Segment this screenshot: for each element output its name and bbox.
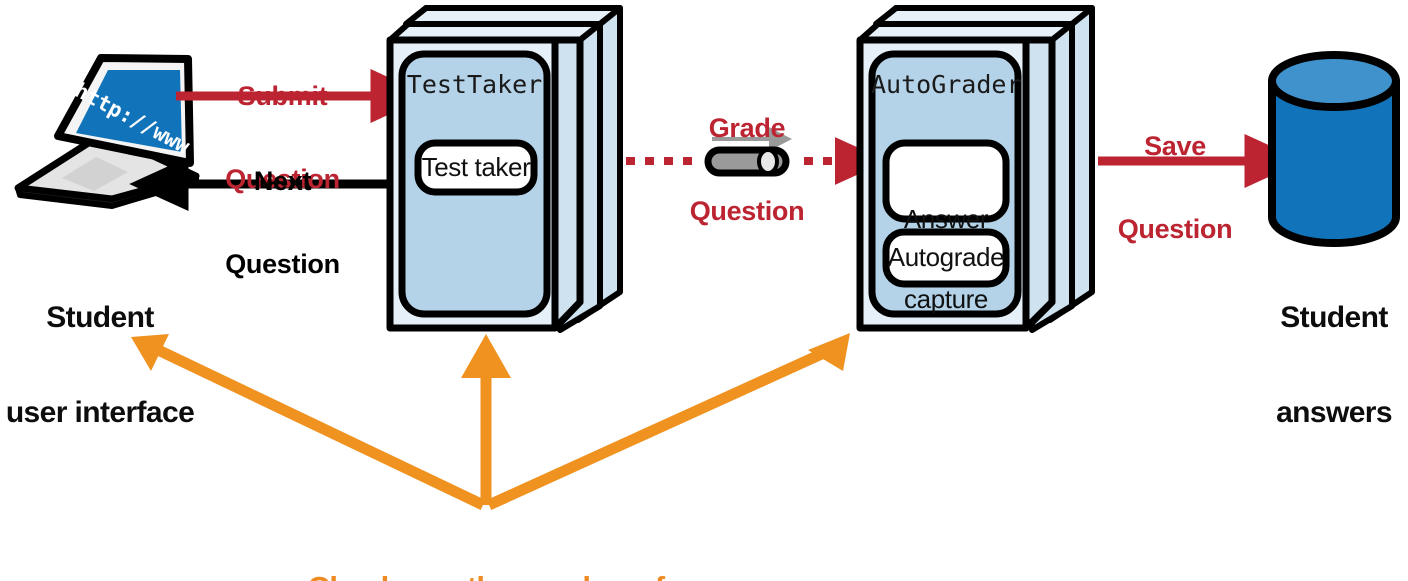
save-question-label-line2: Question bbox=[1117, 213, 1233, 244]
grade-question-label-line2: Question bbox=[689, 195, 805, 226]
student-answers-caption: Student answers bbox=[1254, 238, 1408, 492]
submit-question-label-line1: Submit bbox=[237, 81, 328, 112]
test-taker-component-label: Test taker bbox=[421, 152, 531, 182]
answer-capture-label-line2: capture bbox=[904, 283, 988, 314]
student-answers-caption-line1: Student bbox=[1280, 300, 1388, 334]
student-ui-caption-line1: Student bbox=[46, 300, 154, 334]
student-user-interface-caption: Student user interface bbox=[0, 238, 200, 492]
save-question-label: Save Question bbox=[1100, 78, 1250, 298]
next-question-label-line1: Next bbox=[253, 166, 312, 197]
test-taker-service-title: TestTaker bbox=[406, 70, 543, 99]
architecture-diagram: http://www Student user interface Submit… bbox=[0, 0, 1408, 581]
checksum-caption-line1: Checksum the number of bbox=[280, 572, 692, 581]
next-question-label: Next Question bbox=[205, 113, 360, 333]
checksum-annotation-caption: Checksum the number of messages sent/rec… bbox=[280, 507, 692, 581]
database-cylinder-icon bbox=[1268, 51, 1400, 247]
grade-question-label: Grade Question bbox=[668, 60, 826, 280]
next-question-label-line2: Question bbox=[225, 248, 340, 279]
grade-question-label-line1: Grade bbox=[708, 113, 786, 144]
answer-capture-label-line1: Answer bbox=[903, 203, 989, 234]
checksum-annotation-arrows bbox=[131, 333, 850, 511]
auto-grader-service-title: AutoGrader bbox=[871, 70, 1022, 99]
student-answers-caption-line2: answers bbox=[1276, 395, 1392, 429]
autograde-component-label: Autograde bbox=[887, 242, 1005, 272]
student-ui-caption-line2: user interface bbox=[5, 395, 195, 429]
save-question-label-line1: Save bbox=[1144, 131, 1206, 162]
